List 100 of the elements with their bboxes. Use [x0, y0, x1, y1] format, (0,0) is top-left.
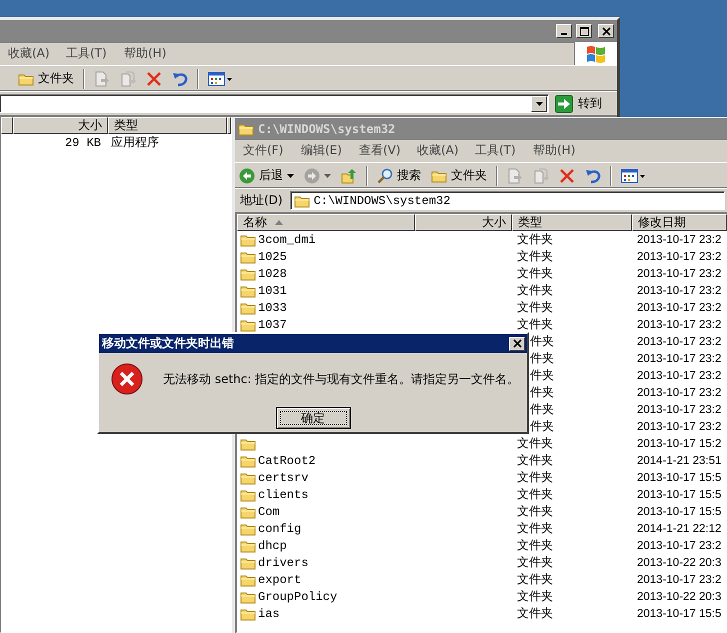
dropdown-button[interactable]	[531, 96, 547, 112]
caret-icon	[287, 174, 294, 178]
close-icon	[602, 26, 610, 36]
folder-icon	[240, 556, 256, 570]
file-name[interactable]: export	[258, 572, 302, 586]
file-name[interactable]: CatRoot2	[258, 454, 316, 468]
file-date: 2013-10-17 23:2	[637, 234, 722, 246]
file-type: 文件夹	[517, 605, 553, 622]
folder-icon	[240, 232, 256, 246]
menu-item[interactable]: 编辑(E)	[294, 140, 352, 161]
column-header[interactable]: 修改日期	[632, 214, 727, 231]
file-date: 2013-10-17 15:2	[637, 438, 722, 450]
file-date: 2013-10-17 23:2	[637, 352, 722, 364]
caret-icon	[536, 102, 542, 106]
folder-icon	[240, 504, 256, 518]
column-header[interactable]: 大小	[415, 214, 512, 231]
menu-item[interactable]: 收藏(A)	[1, 43, 59, 64]
menu-item[interactable]: 帮助(H)	[117, 43, 175, 64]
column-header[interactable]: 名称	[237, 214, 415, 231]
file-type: 件夹	[530, 384, 554, 401]
column-header[interactable]: 类型	[512, 214, 632, 231]
file-date: 2013-10-17 15:5	[637, 608, 722, 620]
file-type: 件夹	[530, 418, 554, 435]
folder-icon	[240, 538, 256, 552]
folder-icon	[240, 522, 256, 536]
minimize-button[interactable]	[556, 24, 572, 38]
folder-icon	[18, 72, 34, 86]
file-name[interactable]: ias	[258, 606, 280, 620]
file-type: 文件夹	[517, 588, 553, 605]
folder-icon	[240, 572, 256, 586]
file-name[interactable]: 1031	[258, 284, 287, 298]
maximize-button[interactable]	[576, 24, 592, 38]
search-icon	[377, 168, 393, 184]
file-name[interactable]: 1033	[258, 300, 287, 314]
error-message: 无法移动 sethc: 指定的文件与现有文件重名。请指定另一文件名。	[163, 370, 520, 388]
search-button[interactable]: 搜索	[374, 165, 424, 186]
folder-icon	[240, 590, 256, 604]
folder-icon	[240, 606, 256, 620]
close-button[interactable]	[509, 336, 525, 350]
file-type: 文件夹	[517, 299, 553, 316]
file-name[interactable]: 1028	[258, 266, 287, 280]
menu-item[interactable]: 查看(V)	[352, 140, 410, 161]
file-type: 文件夹	[517, 520, 553, 537]
file-date: 2013-10-22 20:3	[637, 590, 722, 602]
folder-icon	[294, 194, 310, 208]
file-date: 2013-10-17 15:5	[637, 488, 722, 500]
views-icon	[208, 70, 232, 86]
file-name[interactable]: 3com_dmi	[258, 232, 316, 246]
address-field[interactable]: C:\WINDOWS\system32	[290, 191, 725, 210]
file-type: 文件夹	[517, 503, 553, 520]
menu-item[interactable]: 帮助(H)	[526, 140, 584, 161]
file-name[interactable]: certsrv	[258, 470, 308, 484]
address-field[interactable]	[0, 94, 549, 113]
file-date: 2013-10-17 23:2	[637, 336, 722, 348]
file-date: 2013-10-17 23:2	[637, 284, 722, 296]
folder-icon	[240, 436, 256, 450]
sort-arrow-icon	[275, 220, 283, 225]
folder-icon	[240, 488, 256, 502]
file-type: 文件夹	[517, 231, 553, 248]
folder-icon	[240, 300, 256, 314]
folder-icon	[240, 318, 256, 332]
file-name[interactable]: GroupPolicy	[258, 590, 338, 604]
file-date: 2013-10-17 23:2	[637, 370, 722, 382]
dialog-title: 移动文件或文件夹时出错	[102, 335, 234, 352]
file-type: 文件夹	[517, 486, 553, 503]
back-button[interactable]: 后退	[236, 165, 297, 186]
ok-button[interactable]: 确定	[276, 407, 350, 429]
close-button[interactable]	[598, 24, 614, 38]
menu-item[interactable]: 工具(T)	[468, 140, 526, 161]
window-title: C:\WINDOWS\system32	[258, 122, 396, 136]
column-header[interactable]	[227, 117, 231, 134]
folders-button[interactable]: 文件夹	[428, 165, 490, 186]
folder-icon	[240, 266, 256, 280]
column-header[interactable]: 大小	[13, 117, 108, 134]
file-name[interactable]: clients	[258, 488, 308, 502]
menu-item[interactable]: 收藏(A)	[410, 140, 468, 161]
minimize-icon	[561, 33, 567, 35]
column-header[interactable]	[1, 117, 13, 134]
folders-button[interactable]: 文件夹	[15, 68, 77, 89]
folder-icon	[240, 470, 256, 484]
file-type: 应用程序	[111, 134, 159, 151]
file-type: 件夹	[530, 401, 554, 418]
file-date: 2013-10-17 23:2	[637, 386, 722, 398]
column-header[interactable]: 类型	[108, 117, 227, 134]
file-type: 文件夹	[517, 316, 553, 333]
file-name[interactable]: Com	[258, 504, 280, 518]
page-arrow-icon	[94, 70, 110, 86]
file-date: 2013-10-17 15:5	[637, 472, 722, 484]
go-button[interactable]: 转到	[553, 94, 610, 112]
menu-item[interactable]: 文件(F)	[236, 140, 294, 161]
file-name[interactable]: 1025	[258, 250, 287, 264]
file-type: 文件夹	[517, 248, 553, 265]
file-date: 2013-10-17 23:2	[637, 268, 722, 280]
file-name[interactable]: 1037	[258, 318, 287, 332]
file-name[interactable]: drivers	[258, 556, 308, 570]
address-label: 地址(D)	[239, 192, 284, 209]
file-name[interactable]: config	[258, 522, 302, 536]
file-name[interactable]: dhcp	[258, 538, 287, 552]
menu-item[interactable]: 工具(T)	[59, 43, 117, 64]
file-date: 2013-10-17 23:2	[637, 318, 722, 330]
